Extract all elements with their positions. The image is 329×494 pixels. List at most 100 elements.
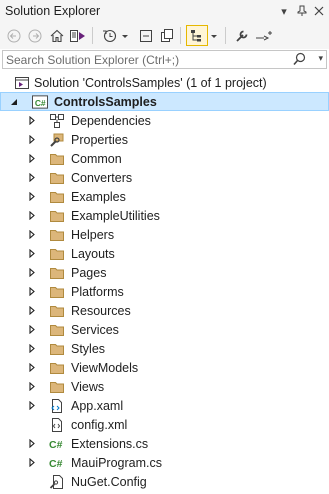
tree-item-views[interactable]: Views — [0, 377, 329, 396]
tree-item-styles[interactable]: Styles — [0, 339, 329, 358]
switch-views-icon[interactable] — [68, 25, 88, 46]
tree-item-mauiprogram-cs[interactable]: C# MauiProgram.cs — [0, 453, 329, 472]
chevron-right-icon[interactable] — [27, 230, 36, 239]
chevron-right-icon[interactable] — [27, 363, 36, 372]
tree-item-label: ExampleUtilities — [71, 208, 160, 223]
tree-item-label: App.xaml — [71, 398, 124, 413]
chevron-right-icon[interactable] — [27, 116, 36, 125]
solution-node[interactable]: Solution 'ControlsSamples' (1 of 1 proje… — [0, 73, 329, 92]
tree-item-label: config.xml — [71, 417, 128, 432]
tree-item-pages[interactable]: Pages — [0, 263, 329, 282]
chevron-down-icon[interactable] — [208, 25, 220, 46]
chevron-right-icon[interactable] — [27, 458, 36, 467]
forward-icon[interactable] — [25, 25, 45, 46]
sync-with-active-document-icon[interactable] — [186, 25, 208, 46]
dropdown-arrow-icon[interactable]: ▾ — [276, 3, 292, 19]
search-box[interactable]: ▾ — [2, 50, 327, 69]
home-icon[interactable] — [47, 25, 67, 46]
chevron-right-icon[interactable] — [27, 268, 36, 277]
svg-text:C#: C# — [49, 439, 63, 451]
preview-selected-items-icon[interactable] — [253, 25, 275, 46]
tree-item-services[interactable]: Services — [0, 320, 329, 339]
chevron-right-icon[interactable] — [27, 439, 36, 448]
show-all-files-icon[interactable] — [157, 25, 177, 46]
search-input[interactable] — [6, 52, 291, 67]
tree-item-label: Dependencies — [71, 113, 151, 128]
window-title: Solution Explorer — [5, 4, 101, 18]
folder-icon — [49, 322, 65, 338]
search-icon[interactable] — [293, 52, 306, 69]
folder-icon — [49, 284, 65, 300]
chevron-right-icon[interactable] — [27, 344, 36, 353]
folder-icon — [49, 151, 65, 167]
folder-icon — [49, 227, 65, 243]
tree-item-label: ViewModels — [71, 360, 139, 375]
chevron-right-icon[interactable] — [27, 287, 36, 296]
title-bar: Solution Explorer ▾ — [0, 0, 329, 23]
chevron-right-icon[interactable] — [27, 401, 36, 410]
toolbar — [0, 22, 329, 49]
chevron-right-icon[interactable] — [27, 135, 36, 144]
tree-item-label: Converters — [71, 170, 133, 185]
properties-wrench-icon[interactable] — [232, 25, 252, 46]
chevron-right-icon[interactable] — [27, 306, 36, 315]
tree-item-dependencies[interactable]: Dependencies — [0, 111, 329, 130]
folder-icon — [49, 379, 65, 395]
tree-item-label: Common — [71, 151, 122, 166]
folder-icon — [49, 208, 65, 224]
folder-icon — [49, 189, 65, 205]
folder-icon — [49, 303, 65, 319]
close-icon[interactable] — [311, 3, 327, 19]
chevron-expanded-icon[interactable] — [9, 97, 18, 106]
chevron-right-icon[interactable] — [27, 211, 36, 220]
tree-item-layouts[interactable]: Layouts — [0, 244, 329, 263]
tree-item-properties[interactable]: Properties — [0, 130, 329, 149]
tree-item-platforms[interactable]: Platforms — [0, 282, 329, 301]
tree-item-converters[interactable]: Converters — [0, 168, 329, 187]
chevron-right-icon[interactable] — [27, 154, 36, 163]
tree-item-exampleutilities[interactable]: ExampleUtilities — [0, 206, 329, 225]
project-label: ControlsSamples — [54, 94, 157, 109]
tree-item-label: Styles — [71, 341, 106, 356]
tree-item-label: Pages — [71, 265, 107, 280]
tree-item-nuget-config[interactable]: NuGet.Config — [0, 472, 329, 491]
tree-item-label: NuGet.Config — [71, 474, 147, 489]
dependencies-icon — [49, 113, 65, 129]
tree-item-label: Platforms — [71, 284, 124, 299]
csharp-file-icon: C# — [49, 436, 65, 452]
svg-text:C#: C# — [49, 458, 63, 470]
tree-item-helpers[interactable]: Helpers — [0, 225, 329, 244]
csharp-file-icon: C# — [49, 455, 65, 471]
xaml-file-icon — [49, 398, 65, 414]
pin-icon[interactable] — [294, 3, 310, 19]
tree-item-label: Helpers — [71, 227, 115, 242]
tree-item-app-xaml[interactable]: App.xaml — [0, 396, 329, 415]
chevron-right-icon[interactable] — [27, 173, 36, 182]
tree-item-label: Services — [71, 322, 119, 337]
folder-icon — [49, 246, 65, 262]
tree-item-extensions-cs[interactable]: C# Extensions.cs — [0, 434, 329, 453]
solution-icon — [14, 75, 30, 91]
tree-item-resources[interactable]: Resources — [0, 301, 329, 320]
tree-item-label: Layouts — [71, 246, 115, 261]
project-node[interactable]: C# ControlsSamples — [0, 92, 329, 111]
pending-changes-filter-icon[interactable] — [100, 25, 130, 46]
tree-item-common[interactable]: Common — [0, 149, 329, 168]
chevron-right-icon[interactable] — [27, 325, 36, 334]
tree-item-viewmodels[interactable]: ViewModels — [0, 358, 329, 377]
tree-item-label: Extensions.cs — [71, 436, 149, 451]
search-options-dropdown-icon[interactable]: ▾ — [318, 53, 323, 64]
folder-icon — [49, 265, 65, 281]
tree-item-config-xml[interactable]: config.xml — [0, 415, 329, 434]
tree-item-label: MauiProgram.cs — [71, 455, 162, 470]
chevron-right-icon[interactable] — [27, 249, 36, 258]
csharp-project-icon: C# — [32, 94, 48, 110]
tree-item-label: Resources — [71, 303, 131, 318]
chevron-right-icon[interactable] — [27, 382, 36, 391]
properties-wrench-icon — [49, 132, 65, 148]
back-icon[interactable] — [4, 25, 24, 46]
chevron-right-icon[interactable] — [27, 192, 36, 201]
collapse-all-icon[interactable] — [136, 25, 156, 46]
tree-item-label: Properties — [71, 132, 128, 147]
tree-item-examples[interactable]: Examples — [0, 187, 329, 206]
